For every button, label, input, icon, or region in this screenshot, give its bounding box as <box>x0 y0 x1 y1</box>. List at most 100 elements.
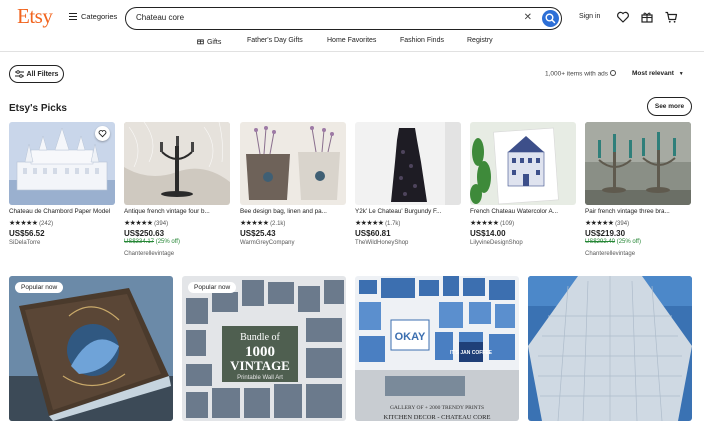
review-count: (2.1k) <box>270 221 286 227</box>
shop-name[interactable]: LilyvineDesignShop <box>470 240 523 246</box>
shop-name[interactable]: Chanterellevintage <box>585 251 635 257</box>
listing-price: US$56.52 <box>9 229 45 238</box>
listing-image[interactable] <box>124 122 230 205</box>
listing-card[interactable]: Antique french vintage four b... ★★★★★ (… <box>124 122 230 262</box>
star-rating-icon: ★★★★★ <box>240 220 269 227</box>
search-bar[interactable]: Chateau core ✕ <box>125 7 562 30</box>
original-price: US$334.17 (25% off) <box>124 239 180 245</box>
shop-name[interactable]: TheWildHoneyShop <box>355 240 408 246</box>
nav-gifts[interactable]: Gifts <box>196 37 221 47</box>
star-rating-icon: ★★★★★ <box>355 220 384 227</box>
search-input[interactable]: Chateau core <box>136 13 184 22</box>
listing-title[interactable]: Antique french vintage four b... <box>124 208 230 215</box>
nav-fashion-finds[interactable]: Fashion Finds <box>400 37 444 44</box>
results-count-text: 1,000+ items with ads <box>545 70 609 78</box>
bundle-line1: Bundle of <box>240 332 280 343</box>
nav-gifts-label: Gifts <box>206 39 222 46</box>
category-nav: Gifts Father's Day Gifts Home Favorites … <box>0 33 704 50</box>
see-more-button[interactable]: See more <box>647 97 692 116</box>
gallery-caption-1: GALLERY OF + 2000 TRENDY PRINTS <box>390 405 484 411</box>
listing-title[interactable]: Bee design bag, linen and pa... <box>240 208 346 215</box>
nav-registry[interactable]: Registry <box>467 37 493 44</box>
gallery-caption-2: KITCHEN DECOR - CHATEAU CORE <box>384 414 491 421</box>
listing-price: US$219.30 <box>585 229 626 238</box>
popular-badge: Popular now <box>15 282 64 293</box>
listing-image[interactable]: Popular now <box>9 276 173 421</box>
review-count: (242) <box>39 221 54 227</box>
chevron-down-icon: ▼ <box>678 71 684 77</box>
listing-image[interactable] <box>470 122 576 205</box>
star-rating-icon: ★★★★★ <box>470 220 499 227</box>
favorite-button[interactable] <box>95 126 110 141</box>
review-count: (1.7k) <box>385 221 401 227</box>
listing-card[interactable]: Pair french vintage three bra... ★★★★★ (… <box>585 122 691 262</box>
heart-icon[interactable] <box>616 10 630 24</box>
bundle-line3: VINTAGE <box>230 358 290 373</box>
filter-icon <box>14 70 24 78</box>
listing-price: US$60.81 <box>355 229 391 238</box>
review-count: (109) <box>500 221 515 227</box>
listing-card[interactable]: Chateau de Chambord Paper Model ★★★★★ (2… <box>9 122 115 262</box>
listing-price: US$25.43 <box>240 229 276 238</box>
listing-title[interactable]: Y2k' Le Chateau' Burgundy F... <box>355 208 461 215</box>
divider <box>0 51 704 52</box>
listing-price: US$250.63 <box>124 229 165 238</box>
star-rating-icon: ★★★★★ <box>124 220 153 227</box>
all-filters-button[interactable]: All Filters <box>9 65 64 83</box>
gift-icon[interactable] <box>640 10 654 24</box>
review-count: (394) <box>154 221 169 227</box>
cart-icon[interactable] <box>664 10 678 24</box>
listing-rating: ★★★★★ (394) <box>124 219 168 227</box>
nav-fathers-day[interactable]: Father's Day Gifts <box>247 37 303 44</box>
search-button[interactable] <box>542 9 559 27</box>
listing-title[interactable]: Chateau de Chambord Paper Model <box>9 208 115 215</box>
listing-image[interactable] <box>528 276 692 421</box>
listing-image[interactable] <box>9 122 115 205</box>
discount-badge: (25% off) <box>155 239 180 245</box>
shop-name[interactable]: WarmGreyCompany <box>240 240 294 246</box>
clear-search-icon[interactable]: ✕ <box>524 12 532 23</box>
results-count: 1,000+ items with ads <box>545 70 616 78</box>
sort-label: Most relevant <box>632 70 674 77</box>
listing-rating: ★★★★★ (394) <box>585 219 629 227</box>
listing-price: US$14.00 <box>470 229 506 238</box>
popular-badge: Popular now <box>188 282 237 293</box>
listing-image[interactable] <box>355 122 461 205</box>
categories-button[interactable]: Categories <box>69 12 117 21</box>
nav-home-favorites[interactable]: Home Favorites <box>327 37 376 44</box>
original-price-value: US$292.40 <box>585 239 616 245</box>
listing-image[interactable] <box>240 122 346 205</box>
listing-card[interactable]: Y2k' Le Chateau' Burgundy F... ★★★★★ (1.… <box>355 122 461 262</box>
okay-print-text: OKAY <box>395 331 426 343</box>
search-icon <box>545 12 556 23</box>
heart-icon <box>98 130 107 138</box>
listing-title[interactable]: French Chateau Watercolor A... <box>470 208 576 215</box>
sort-dropdown[interactable]: Most relevant ▼ <box>632 70 684 77</box>
listing-rating: ★★★★★ (109) <box>470 219 514 227</box>
original-price-value: US$334.17 <box>124 239 155 245</box>
listing-card[interactable]: Bee design bag, linen and pa... ★★★★★ (2… <box>240 122 346 262</box>
menu-icon <box>69 13 77 20</box>
listing-title[interactable]: Pair french vintage three bra... <box>585 208 691 215</box>
star-rating-icon: ★★★★★ <box>9 220 38 227</box>
shop-name[interactable]: SiDelaTorre <box>9 240 40 246</box>
discount-badge: (25% off) <box>616 239 641 245</box>
section-title: Etsy's Picks <box>9 103 67 114</box>
sign-in-link[interactable]: Sign in <box>579 13 600 20</box>
itsjan-print-text: IT'S JAN COFFEE <box>450 350 493 356</box>
listing-rating: ★★★★★ (2.1k) <box>240 219 285 227</box>
listing-image[interactable]: OKAY IT'S JAN COFFEE GALLERY OF + 2000 T… <box>355 276 519 421</box>
listing-rating: ★★★★★ (1.7k) <box>355 219 400 227</box>
listing-image[interactable]: Bundle of 1000 VINTAGE Printable Wall Ar… <box>182 276 346 421</box>
etsy-logo[interactable]: Etsy <box>17 4 53 29</box>
listing-image[interactable] <box>585 122 691 205</box>
listing-rating: ★★★★★ (242) <box>9 219 53 227</box>
info-icon[interactable] <box>609 70 616 76</box>
bundle-line4: Printable Wall Art <box>237 375 283 381</box>
listing-card[interactable]: French Chateau Watercolor A... ★★★★★ (10… <box>470 122 576 262</box>
gift-icon <box>196 37 205 47</box>
shop-name[interactable]: Chanterellevintage <box>124 251 174 257</box>
categories-label: Categories <box>81 12 118 21</box>
star-rating-icon: ★★★★★ <box>585 220 614 227</box>
original-price: US$292.40 (25% off) <box>585 239 641 245</box>
